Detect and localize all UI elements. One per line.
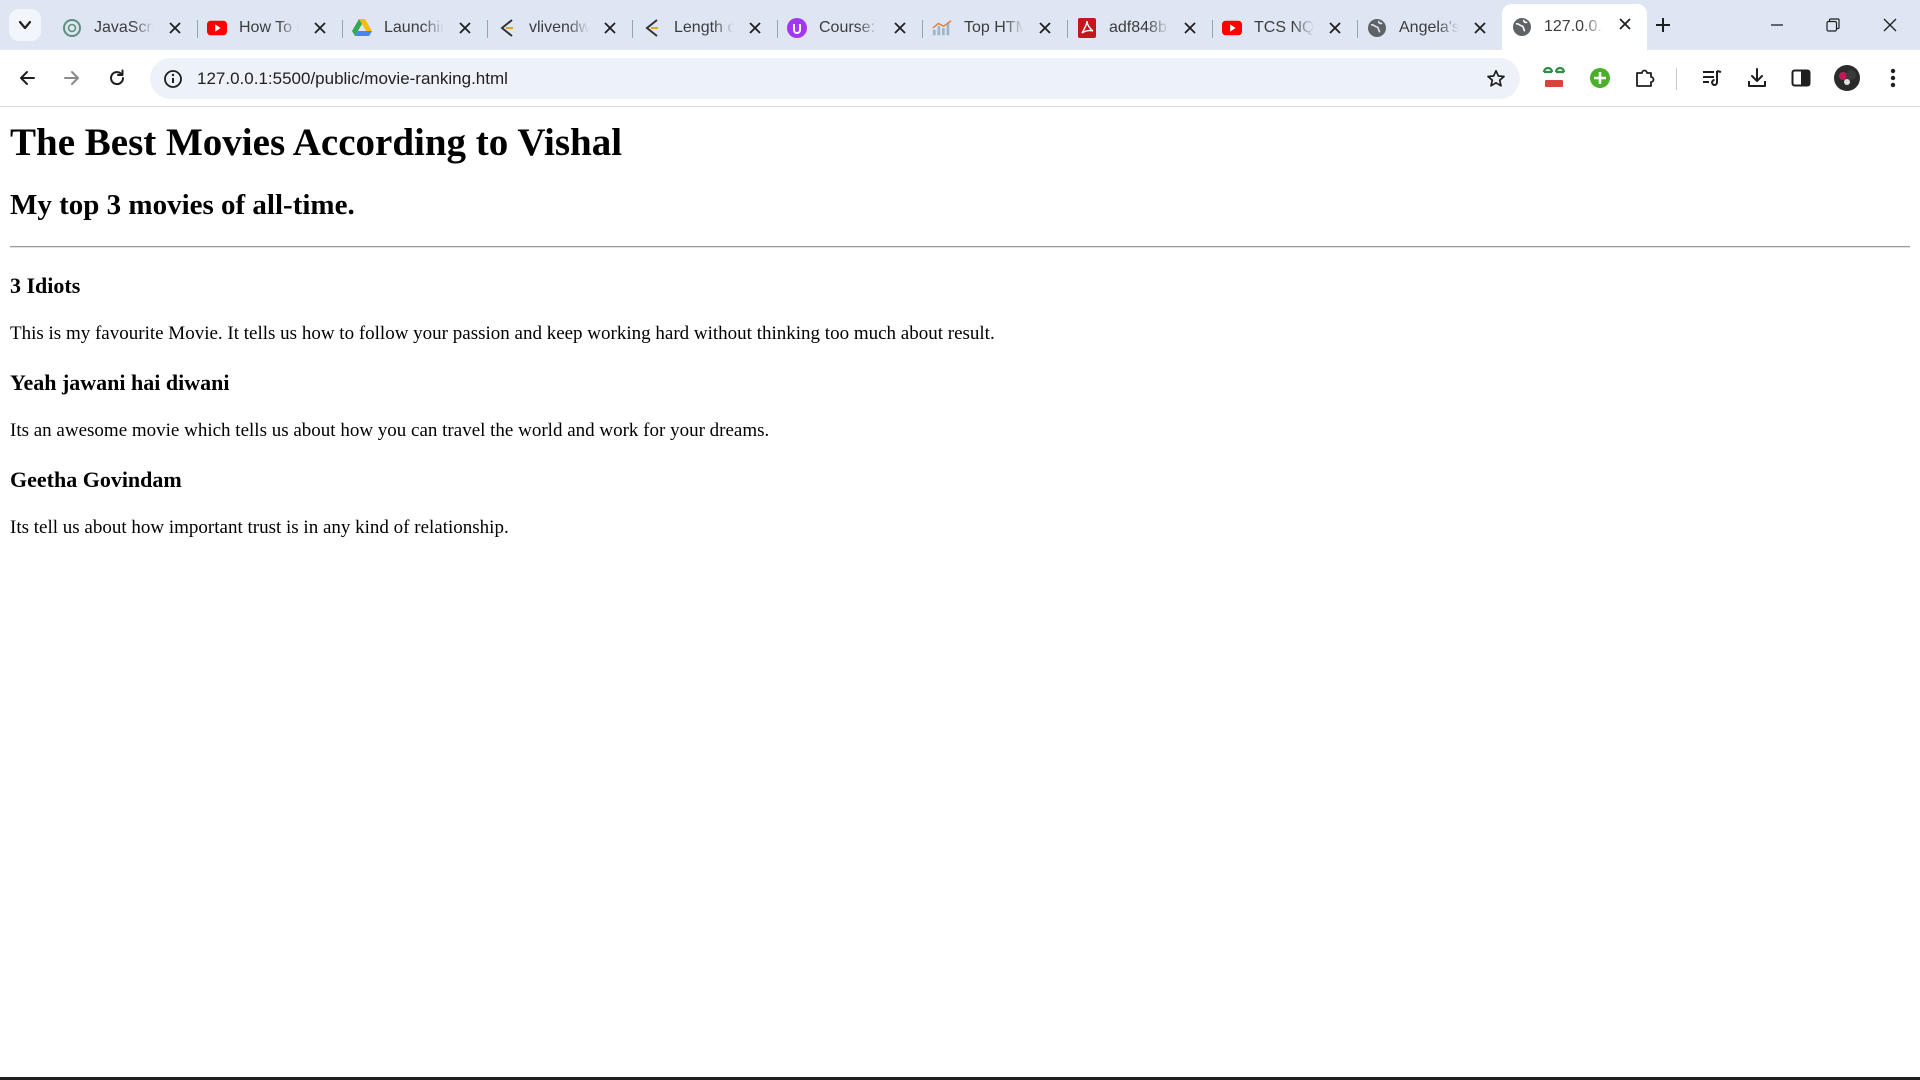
globe-icon xyxy=(1367,18,1387,38)
tab-title: JavaScript xyxy=(94,19,154,36)
tab-title: How To Make xyxy=(239,19,299,36)
tab-google-drive[interactable]: Launching xyxy=(342,8,488,48)
close-icon[interactable] xyxy=(1180,18,1200,38)
tab-title: TCS NQT xyxy=(1254,19,1314,36)
close-icon[interactable] xyxy=(1035,18,1055,38)
minimize-icon xyxy=(1771,24,1783,26)
close-icon[interactable] xyxy=(310,18,330,38)
site-info-icon[interactable] xyxy=(162,68,184,90)
address-bar[interactable]: 127.0.0.1:5500/public/movie-ranking.html xyxy=(150,58,1520,99)
tab-course[interactable]: Course: xyxy=(777,8,923,48)
youtube-icon xyxy=(207,18,227,38)
close-icon xyxy=(1883,18,1897,32)
arrow-left-icon xyxy=(20,71,35,85)
page-content: The Best Movies According to Vishal My t… xyxy=(0,108,1920,1077)
chatgpt-icon xyxy=(62,18,82,38)
restore-icon xyxy=(1826,18,1840,32)
tab-title: 127.0.0.1 xyxy=(1544,18,1604,35)
movie-title: Yeah jawani hai diwani xyxy=(10,370,230,395)
toolbar-divider xyxy=(1676,68,1677,90)
restore-button[interactable] xyxy=(1805,0,1861,50)
google-drive-icon xyxy=(352,18,372,38)
add-extension-icon[interactable] xyxy=(1585,63,1615,93)
tab-title: vlivendw xyxy=(529,19,589,36)
udemy-icon xyxy=(787,18,807,38)
browser-window: JavaScript How To Make Launching xyxy=(0,0,1920,1080)
movie-description: Its tell us about how important trust is… xyxy=(10,517,509,538)
tab-tcs-nqt[interactable]: TCS NQT xyxy=(1212,8,1358,48)
tab-vlivendw[interactable]: vlivendw xyxy=(487,8,633,48)
extensions-puzzle-icon[interactable] xyxy=(1630,63,1660,93)
youtube-icon xyxy=(1222,18,1242,38)
tab-strip: JavaScript How To Make Launching xyxy=(0,0,1920,50)
movie-description: This is my favourite Movie. It tells us … xyxy=(10,323,995,344)
new-tab-button[interactable] xyxy=(1648,10,1678,40)
divider xyxy=(10,246,1910,248)
more-menu-icon[interactable] xyxy=(1878,63,1908,93)
close-icon[interactable] xyxy=(1325,18,1345,38)
lean-icon xyxy=(497,18,517,38)
lean-icon xyxy=(642,18,662,38)
tab-length-of[interactable]: Length of xyxy=(632,8,778,48)
tab-title: Angela's xyxy=(1399,19,1459,36)
download-icon[interactable] xyxy=(1742,63,1772,93)
globe-icon xyxy=(1512,17,1532,37)
tab-pdf[interactable]: adf848b xyxy=(1067,8,1213,48)
tab-title: adf848b xyxy=(1109,19,1167,36)
tab-youtube-how-to[interactable]: How To Make xyxy=(197,8,343,48)
side-panel-icon[interactable] xyxy=(1786,63,1816,93)
geeksforgeeks-extension-icon[interactable] xyxy=(1539,63,1569,93)
close-icon[interactable] xyxy=(1470,18,1490,38)
tab-active-localhost[interactable]: 127.0.0.1 xyxy=(1502,4,1647,50)
tab-title: Length of xyxy=(674,19,734,36)
close-icon[interactable] xyxy=(890,18,910,38)
movie-description: Its an awesome movie which tells us abou… xyxy=(10,420,770,441)
tab-title: Top HTML xyxy=(964,19,1024,36)
url-text[interactable]: 127.0.0.1:5500/public/movie-ranking.html xyxy=(197,58,508,99)
page-title: The Best Movies According to Vishal xyxy=(10,121,623,164)
close-icon[interactable] xyxy=(600,18,620,38)
reload-icon xyxy=(110,69,125,86)
pdf-icon xyxy=(1077,18,1097,38)
tab-title: Launching xyxy=(384,19,444,36)
tab-top-html[interactable]: Top HTML xyxy=(922,8,1068,48)
profile-avatar[interactable] xyxy=(1832,63,1862,93)
minimize-button[interactable] xyxy=(1749,0,1805,50)
bookmark-star-icon[interactable] xyxy=(1484,67,1508,91)
reload-button[interactable] xyxy=(101,62,133,94)
tab-title: Course: xyxy=(819,19,876,36)
close-window-button[interactable] xyxy=(1862,0,1918,50)
tab-angelas[interactable]: Angela's xyxy=(1357,8,1502,48)
chevron-down-icon xyxy=(18,20,32,30)
forward-button[interactable] xyxy=(56,62,88,94)
close-icon[interactable] xyxy=(745,18,765,38)
page-subtitle: My top 3 movies of all-time. xyxy=(10,189,355,221)
back-button[interactable] xyxy=(11,62,43,94)
close-icon[interactable] xyxy=(165,18,185,38)
tab-javascript[interactable]: JavaScript xyxy=(52,8,198,48)
close-icon[interactable] xyxy=(455,18,475,38)
movie-title: Geetha Govindam xyxy=(10,467,182,492)
movie-title: 3 Idiots xyxy=(10,273,81,298)
media-controls-icon[interactable] xyxy=(1697,63,1727,93)
arrow-right-icon xyxy=(64,71,79,85)
chart-icon xyxy=(932,18,952,38)
tab-search-button[interactable] xyxy=(9,9,41,41)
browser-toolbar: 127.0.0.1:5500/public/movie-ranking.html xyxy=(0,50,1920,107)
plus-icon xyxy=(1656,18,1670,32)
close-icon[interactable] xyxy=(1615,14,1635,34)
